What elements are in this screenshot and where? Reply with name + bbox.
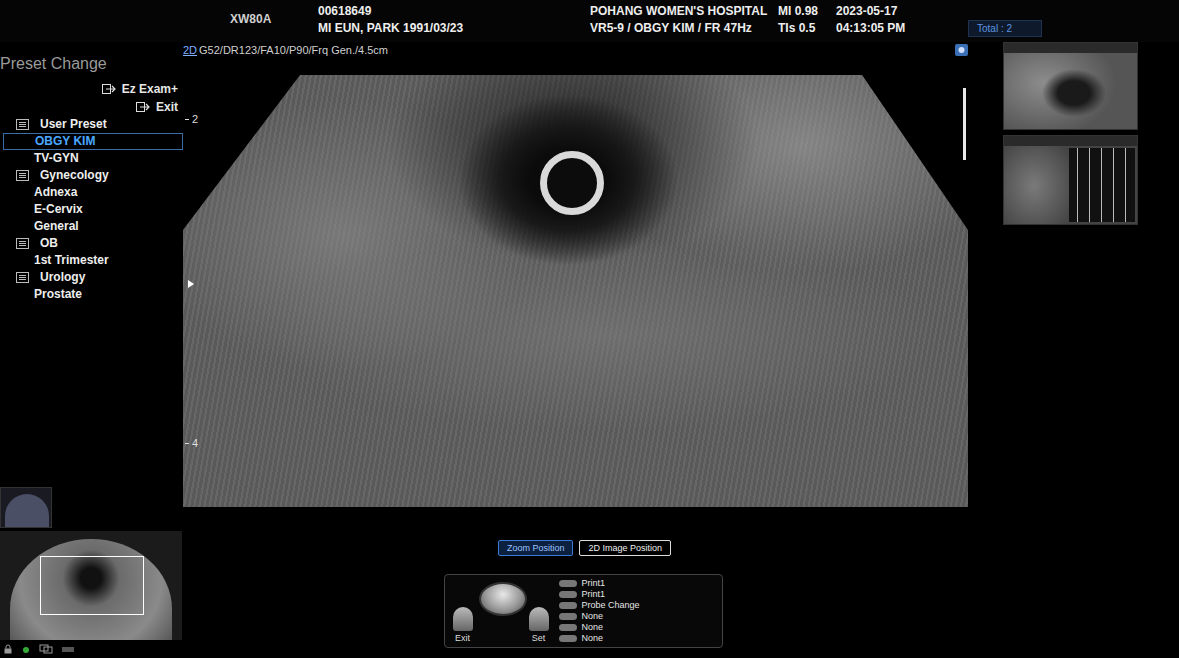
soft-key[interactable]: Probe Change xyxy=(559,600,640,611)
model-label: XW80A xyxy=(230,3,318,26)
action-item[interactable]: Ez Exam+ xyxy=(102,80,178,98)
patient-info: 00618649MI EUN, PARK 1991/03/23 xyxy=(318,3,590,37)
left-panel: Preset Change Ez Exam+ExitUser PresetOBGY… xyxy=(0,42,183,658)
key-pill-icon xyxy=(559,624,577,631)
key-pill-icon xyxy=(559,613,577,620)
soft-key-list: Print1Print1Probe ChangeNoneNoneNone xyxy=(559,579,640,643)
key-pill-icon xyxy=(559,635,577,642)
key-pill-icon xyxy=(559,580,577,587)
gestational-sac xyxy=(540,151,604,215)
key-pill-icon xyxy=(559,591,577,598)
preset-item[interactable]: E-Cervix xyxy=(0,201,183,218)
preset-title: Preset Change xyxy=(0,42,183,74)
total-badge[interactable]: Total : 2 xyxy=(968,20,1042,37)
probe-thumbnail xyxy=(0,487,52,528)
trackball-button[interactable]: Exit xyxy=(453,607,473,643)
soft-key[interactable]: Print1 xyxy=(559,589,640,600)
list-icon xyxy=(16,238,29,249)
tis-value: TIs 0.5 xyxy=(778,20,836,37)
preset-item[interactable]: Adnexa xyxy=(0,184,183,201)
ultrasound-screen: XW80A00618649MI EUN, PARK 1991/03/23POHA… xyxy=(0,0,1179,658)
left-bottom xyxy=(0,487,183,658)
preset-actions: Ez Exam+Exit xyxy=(0,80,183,116)
key-cap-icon xyxy=(453,607,473,631)
params-value: G52/DR123/FA10/P90/Frq Gen./4.5cm xyxy=(199,44,388,56)
main-area: Preset ChangeEz Exam+ExitUser PresetOBGY… xyxy=(0,42,1179,658)
thumbnail-image[interactable] xyxy=(1003,42,1138,130)
overview-fan xyxy=(10,539,172,640)
probe-info: VR5-9 / OBGY KIM / FR 47Hz xyxy=(590,20,778,37)
preset-item[interactable]: OBGY KIM xyxy=(3,133,183,150)
preset-item[interactable]: Gynecology xyxy=(0,167,183,184)
view-button[interactable]: Zoom Position xyxy=(498,540,574,556)
list-icon xyxy=(16,170,29,181)
doppler-strip xyxy=(1069,148,1135,222)
list-icon xyxy=(16,272,29,283)
enter-arrow-icon xyxy=(102,84,116,94)
action-item[interactable]: Exit xyxy=(136,98,178,116)
soft-key[interactable]: None xyxy=(559,633,640,644)
image-column: 2DG52/DR123/FA10/P90/Frq Gen./4.5cm24Zoo… xyxy=(183,42,968,658)
view-buttons: Zoom Position 2D Image Position xyxy=(183,540,968,556)
ultrasound-view[interactable]: 24 xyxy=(183,75,968,507)
date: 2023-05-17 xyxy=(836,3,968,20)
soft-key[interactable]: Print1 xyxy=(559,578,640,589)
preset-item[interactable]: Prostate xyxy=(0,286,183,303)
key-cap-icon xyxy=(529,607,549,631)
key-pill-icon xyxy=(559,602,577,609)
mi-value: MI 0.98 xyxy=(778,3,836,20)
network-icon xyxy=(21,644,31,654)
ultrasound-image xyxy=(183,75,968,507)
thumbnail-image[interactable] xyxy=(1003,135,1138,225)
zoom-box[interactable] xyxy=(40,556,144,615)
time: 04:13:05 PM xyxy=(836,20,968,37)
view-button[interactable]: 2D Image Position xyxy=(579,540,671,556)
mode-label: 2D xyxy=(183,44,197,56)
thumbnail-panel xyxy=(968,42,1179,658)
params-text: 2DG52/DR123/FA10/P90/Frq Gen./4.5cm xyxy=(183,44,388,56)
depth-mark: 4 xyxy=(185,437,198,449)
scroll-indicator xyxy=(963,88,966,160)
index-info: MI 0.98TIs 0.5 xyxy=(778,3,836,37)
depth-tick xyxy=(185,119,189,120)
thumbnail-header xyxy=(1004,136,1137,146)
probe-orientation-icon xyxy=(955,44,968,56)
control-panel: ExitSetPrint1Print1Probe ChangeNoneNoneN… xyxy=(444,574,723,648)
patient-name: MI EUN, PARK 1991/03/23 xyxy=(318,20,590,37)
probe-fan-icon xyxy=(5,494,49,528)
preset-item[interactable]: TV-GYN xyxy=(0,150,183,167)
date-time: 2023-05-1704:13:05 PM xyxy=(836,3,968,37)
status-icons xyxy=(0,640,183,658)
soft-key[interactable]: None xyxy=(559,622,640,633)
preset-item[interactable]: General xyxy=(0,218,183,235)
depth-mark: 2 xyxy=(185,113,198,125)
overview-image[interactable] xyxy=(0,531,182,640)
control-row: ExitSetPrint1Print1Probe ChangeNoneNoneN… xyxy=(183,574,968,648)
trackball-area: Exit Set xyxy=(453,579,549,643)
display-icon xyxy=(39,644,53,654)
preset-item[interactable]: OB xyxy=(0,235,183,252)
trackball-icon[interactable] xyxy=(479,582,527,616)
focus-marker-icon[interactable] xyxy=(188,280,194,288)
preset-item[interactable]: Urology xyxy=(0,269,183,286)
hospital-info: POHANG WOMEN'S HOSPITALVR5-9 / OBGY KIM … xyxy=(590,3,778,37)
preset-item[interactable]: User Preset xyxy=(0,116,183,133)
trackball-button[interactable]: Set xyxy=(529,607,549,643)
preset-tree: User PresetOBGY KIMTV-GYNGynecologyAdnex… xyxy=(0,116,183,303)
enter-arrow-icon xyxy=(136,102,150,112)
preset-item[interactable]: 1st Trimester xyxy=(0,252,183,269)
soft-key[interactable]: None xyxy=(559,611,640,622)
imaging-params: 2DG52/DR123/FA10/P90/Frq Gen./4.5cm xyxy=(183,42,968,75)
thumbnail-header xyxy=(1004,43,1137,53)
patient-id: 00618649 xyxy=(318,3,590,20)
depth-tick xyxy=(185,443,189,444)
list-icon xyxy=(16,119,29,130)
storage-icon xyxy=(61,644,75,654)
hospital-name: POHANG WOMEN'S HOSPITAL xyxy=(590,3,778,20)
lock-icon xyxy=(3,644,13,654)
top-bar: XW80A00618649MI EUN, PARK 1991/03/23POHA… xyxy=(0,0,1179,42)
